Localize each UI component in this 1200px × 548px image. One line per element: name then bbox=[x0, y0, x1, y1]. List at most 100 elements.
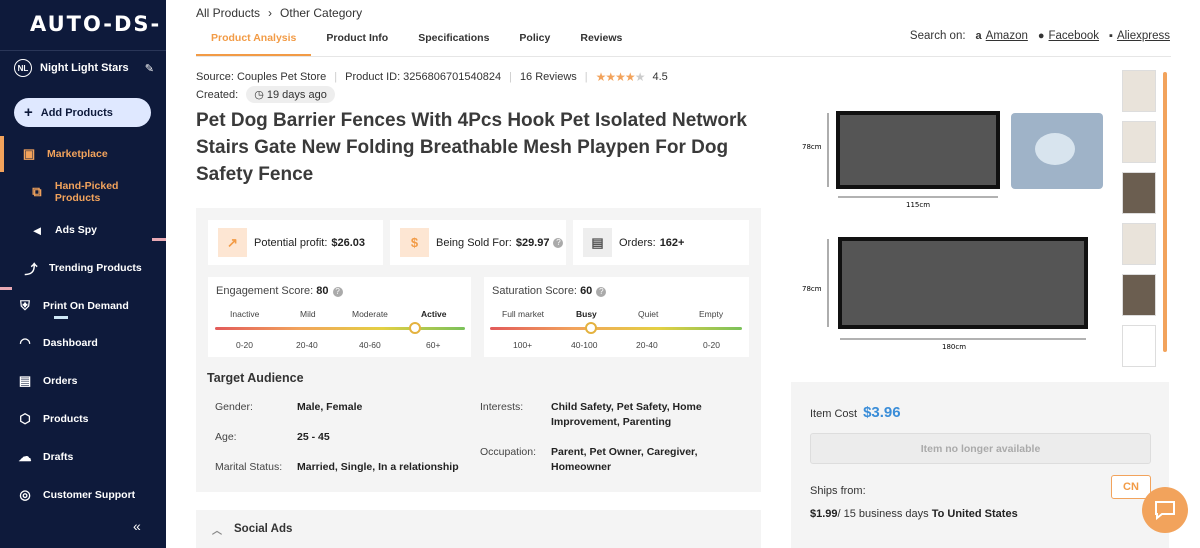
shirt-icon: ⛨ bbox=[20, 298, 30, 313]
analysis-panel: ↗ Potential profit: $26.03 $ Being Sold F… bbox=[196, 208, 761, 492]
breadcrumb: All Products › Other Category bbox=[196, 6, 362, 20]
help-icon[interactable]: ? bbox=[553, 237, 564, 248]
autods-logo[interactable]: AUTO-DS- bbox=[30, 12, 161, 36]
sidebar-item-label: Trending Products bbox=[49, 262, 142, 274]
saturation-indicator bbox=[584, 322, 597, 334]
sidebar-item-label: Dashboard bbox=[43, 337, 98, 349]
amazon-link[interactable]: a Amazon bbox=[976, 30, 1028, 42]
tab-policy[interactable]: Policy bbox=[504, 28, 565, 56]
thumbnail[interactable] bbox=[1122, 70, 1156, 112]
rating-stars: ★★★★★ bbox=[595, 70, 646, 84]
box-icon: ⬡ bbox=[19, 411, 31, 426]
sidebar-item-label: Orders bbox=[43, 375, 78, 387]
social-ads-section[interactable]: ︿ Social Ads bbox=[196, 510, 761, 548]
thumbnail[interactable] bbox=[1122, 325, 1156, 367]
thumbnail[interactable] bbox=[1122, 172, 1156, 214]
tab-reviews[interactable]: Reviews bbox=[565, 28, 637, 56]
thumbnail[interactable] bbox=[1122, 223, 1156, 265]
search-on: Search on: a Amazon ● Facebook ▪ Aliexpress bbox=[910, 30, 1170, 42]
item-cost: Item Cost $3.96 bbox=[810, 404, 901, 421]
profit-value: $26.03 bbox=[331, 236, 366, 249]
star-box-icon: ⧉ bbox=[32, 184, 42, 199]
product-image[interactable]: 78cm 115cm 78cm 180cm bbox=[800, 85, 1110, 360]
collapse-sidebar-button[interactable]: « bbox=[133, 518, 141, 534]
thumbnail-scrollbar[interactable] bbox=[1163, 72, 1167, 352]
decor-mark bbox=[152, 238, 166, 241]
search-on-label: Search on: bbox=[909, 30, 966, 42]
clipboard-icon: ▤ bbox=[18, 373, 32, 388]
sidebar-item-dashboard[interactable]: ◠ Dashboard bbox=[0, 329, 166, 357]
tab-specifications[interactable]: Specifications bbox=[403, 28, 504, 56]
breadcrumb-category[interactable]: Other Category bbox=[280, 6, 362, 20]
sidebar-item-drafts[interactable]: ☁ Drafts bbox=[0, 443, 166, 471]
store-selector[interactable]: NL Night Light Stars ✎ bbox=[14, 58, 154, 78]
marital-value: Married, Single, In a relationship bbox=[297, 461, 459, 473]
sidebar-item-customer-support[interactable]: ◎ Customer Support bbox=[0, 481, 166, 509]
store-name: Night Light Stars bbox=[40, 62, 129, 74]
facebook-icon: ● bbox=[1037, 30, 1045, 42]
sidebar-item-ads-spy[interactable]: ◄ Ads Spy bbox=[0, 216, 166, 244]
sidebar-item-orders[interactable]: ▤ Orders bbox=[0, 367, 166, 395]
dollar-icon: $ bbox=[400, 228, 429, 257]
dim-label: 180cm bbox=[942, 343, 966, 351]
buy-box: Item Cost $3.96 Item no longer available… bbox=[791, 382, 1169, 548]
pencil-icon[interactable]: ✎ bbox=[145, 62, 154, 75]
breadcrumb-all-products[interactable]: All Products bbox=[196, 6, 260, 20]
help-icon[interactable]: ? bbox=[332, 287, 343, 297]
gender-value: Male, Female bbox=[297, 401, 363, 413]
add-products-button[interactable]: + Add Products bbox=[14, 98, 151, 127]
sidebar-item-trending[interactable]: ⤴ Trending Products bbox=[0, 254, 166, 282]
sidebar-item-label: Print On Demand bbox=[43, 300, 129, 312]
sidebar-item-label: Marketplace bbox=[47, 148, 108, 160]
being-sold-card: $ Being Sold For: $29.97? bbox=[390, 220, 566, 265]
thumbnail[interactable] bbox=[1122, 121, 1156, 163]
amazon-icon: a bbox=[975, 30, 982, 42]
chat-icon bbox=[1155, 501, 1175, 520]
sidebar-item-marketplace[interactable]: ▣ Marketplace bbox=[0, 140, 166, 168]
tab-product-analysis[interactable]: Product Analysis bbox=[196, 28, 312, 56]
headset-icon: ◎ bbox=[19, 487, 31, 502]
decor-mark bbox=[0, 287, 12, 290]
help-icon[interactable]: ? bbox=[596, 287, 607, 297]
age-value: 25 - 45 bbox=[297, 431, 330, 443]
orders-card: ▤ Orders: 162+ bbox=[573, 220, 749, 265]
sidebar-item-label: Customer Support bbox=[43, 489, 136, 501]
sold-value: $29.97 bbox=[515, 236, 550, 249]
clock-icon: ◷ bbox=[254, 89, 264, 101]
product-title: Pet Dog Barrier Fences With 4Pcs Hook Pe… bbox=[196, 110, 747, 185]
add-products-label: Add Products bbox=[40, 106, 113, 119]
item-unavailable-button[interactable]: Item no longer available bbox=[810, 433, 1151, 464]
reviews-count[interactable]: 16 Reviews bbox=[520, 71, 577, 83]
receipt-icon: ▤ bbox=[583, 228, 612, 257]
product-meta: Source: Couples Pet Store | Product ID: … bbox=[196, 70, 668, 84]
sidebar-item-products[interactable]: ⬡ Products bbox=[0, 405, 166, 433]
engagement-gradient bbox=[215, 327, 465, 330]
ships-from-label: Ships from: bbox=[810, 485, 866, 497]
shipping-info: $1.99/ 15 business days To United States bbox=[810, 508, 1018, 520]
sidebar-item-hand-picked[interactable]: ⧉ Hand-Picked Products bbox=[0, 178, 166, 206]
origin-selector[interactable]: CN bbox=[1111, 475, 1151, 499]
sidebar-item-label: Hand-Picked Products bbox=[54, 180, 119, 204]
engagement-value: 80 bbox=[316, 285, 329, 297]
tab-bar: Product Analysis Product Info Specificat… bbox=[196, 28, 637, 56]
rating-value: 4.5 bbox=[652, 71, 668, 83]
chat-button[interactable] bbox=[1142, 487, 1188, 533]
divider bbox=[196, 56, 1171, 57]
plus-icon: + bbox=[24, 104, 33, 121]
aliexpress-link[interactable]: ▪ Aliexpress bbox=[1109, 30, 1170, 42]
tab-product-info[interactable]: Product Info bbox=[311, 28, 403, 56]
facebook-link[interactable]: ● Facebook bbox=[1038, 30, 1099, 42]
chevron-right-icon: › bbox=[268, 6, 273, 20]
aliexpress-icon: ▪ bbox=[1109, 30, 1113, 42]
source[interactable]: Source: Couples Pet Store bbox=[196, 71, 326, 83]
sidebar-item-label: Products bbox=[43, 413, 89, 425]
thumbnail[interactable] bbox=[1122, 274, 1156, 316]
item-cost-value: $3.96 bbox=[863, 404, 901, 421]
dim-label: 115cm bbox=[906, 201, 930, 209]
dim-label: 78cm bbox=[802, 285, 822, 293]
saturation-gradient bbox=[490, 327, 742, 330]
megaphone-icon: ◄ bbox=[30, 222, 44, 238]
product-id: Product ID: 3256806701540824 bbox=[345, 71, 502, 83]
interests-value: Child Safety, Pet Safety, Home Improveme… bbox=[551, 401, 702, 428]
sidebar-item-print-on-demand[interactable]: ⛨ Print On Demand bbox=[0, 292, 166, 320]
